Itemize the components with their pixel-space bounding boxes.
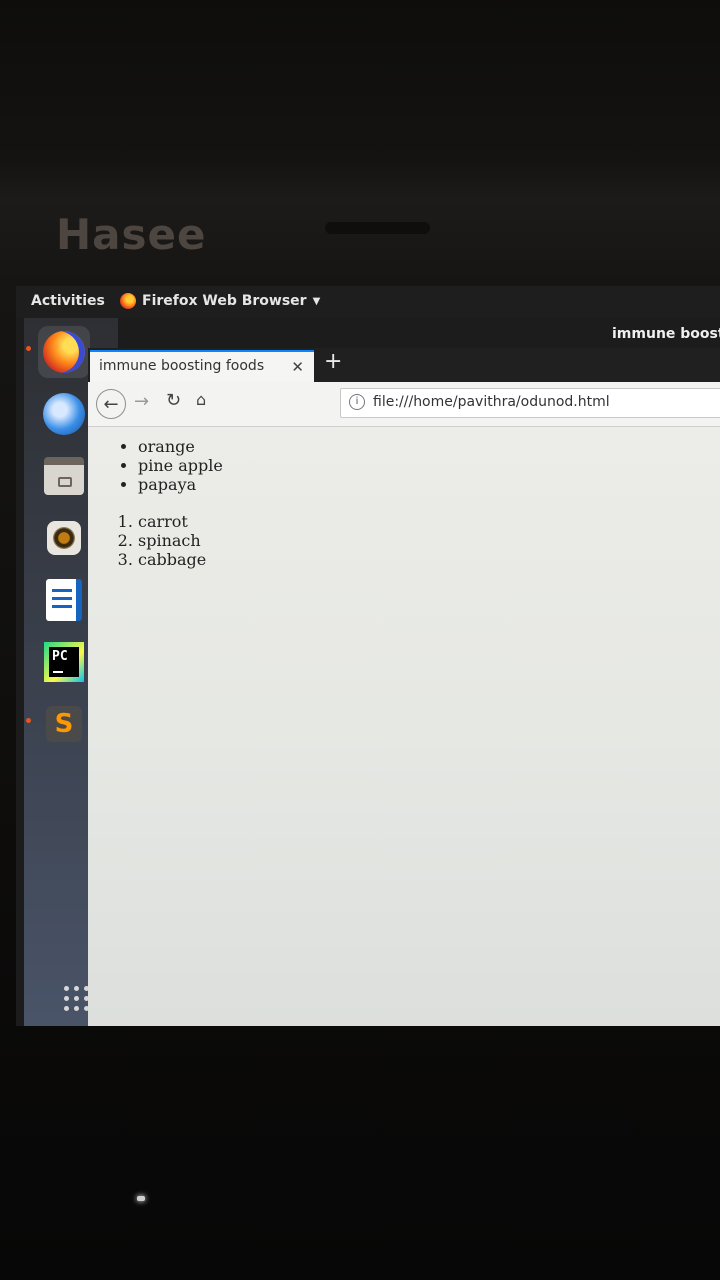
home-icon[interactable]: ⌂ [196, 390, 206, 409]
tab-title: immune boosting foods [99, 358, 265, 374]
list-item: papaya [138, 475, 223, 494]
info-icon[interactable]: i [349, 394, 365, 410]
list-item: cabbage [138, 550, 206, 569]
files-icon[interactable] [38, 450, 90, 502]
url-text: file:///home/pavithra/odunod.html [373, 394, 610, 410]
page-content: orange pine apple papaya carrot spinach … [88, 427, 720, 1026]
pycharm-icon[interactable]: PC [38, 636, 90, 688]
running-indicator [26, 346, 31, 351]
running-indicator [26, 718, 31, 723]
thunderbird-icon[interactable] [38, 388, 90, 440]
sublime-text-icon[interactable]: S [38, 698, 90, 750]
back-icon[interactable]: ← [96, 389, 126, 419]
url-bar[interactable]: i file:///home/pavithra/odunod.html [340, 388, 720, 418]
webcam [325, 222, 430, 234]
reload-icon[interactable]: ↻ [166, 390, 181, 411]
fruit-list: orange pine apple papaya [98, 437, 223, 494]
new-tab-icon[interactable]: + [324, 349, 342, 374]
list-item: pine apple [138, 456, 223, 475]
rhythmbox-icon[interactable] [38, 512, 90, 564]
browser-tab[interactable]: immune boosting foods ✕ [90, 350, 314, 382]
list-item: carrot [138, 512, 206, 531]
libreoffice-writer-icon[interactable] [38, 574, 90, 626]
power-led [137, 1196, 145, 1201]
top-bar: Activities Firefox Web Browser ▼ [16, 286, 720, 318]
list-item: spinach [138, 531, 206, 550]
forward-icon[interactable]: → [134, 391, 149, 412]
tab-strip: immune boosting foods ✕ + [88, 348, 720, 382]
list-item: orange [138, 437, 223, 456]
app-menu[interactable]: Firefox Web Browser ▼ [120, 293, 320, 309]
firefox-small-icon [120, 293, 136, 309]
screen: Activities Firefox Web Browser ▼ PC S im… [16, 286, 720, 1026]
caret-down-icon: ▼ [312, 295, 321, 307]
firefox-icon[interactable] [38, 326, 90, 378]
close-tab-icon[interactable]: ✕ [291, 358, 304, 376]
nav-bar: ← → ↻ ⌂ i file:///home/pavithra/odunod.h… [88, 382, 720, 427]
window-title: immune boost [612, 326, 720, 342]
activities-button[interactable]: Activities [31, 293, 105, 309]
vegetable-list: carrot spinach cabbage [98, 512, 206, 569]
laptop-brand-logo: Hasee [56, 210, 207, 259]
app-menu-label: Firefox Web Browser [142, 293, 307, 309]
